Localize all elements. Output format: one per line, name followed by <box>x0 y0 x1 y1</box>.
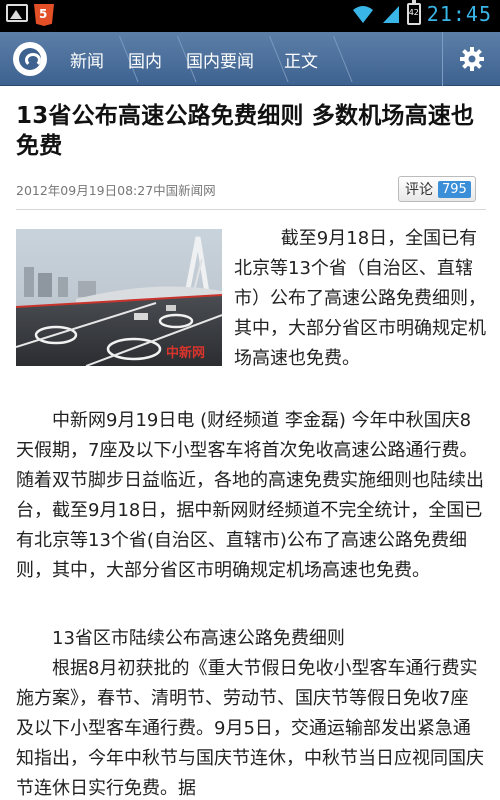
body-paragraph-2: 根据8月初获批的《重大节假日免收小型客车通行费实施方案》，春节、清明节、劳动节、… <box>16 658 484 799</box>
body-paragraph-1: 中新网9月19日电 (财经频道 李金磊) 今年中秋国庆8天假期，7座及以下小型客… <box>16 410 484 581</box>
article-title: 13省公布高速公路免费细则 多数机场高速也免费 <box>16 103 475 159</box>
clock: 21:45 <box>426 2 492 26</box>
app-root: 5 42 21:45 新闻 国内 国内要闻 正文 13省公布高速公路免费细则 多… <box>0 0 500 800</box>
section-heading: 13省区市陆续公布高速公路免费细则 <box>52 628 345 649</box>
signal-icon <box>382 6 399 23</box>
breadcrumb-item-news[interactable]: 新闻 <box>60 32 118 86</box>
comment-count-badge: 795 <box>438 180 471 198</box>
app-logo-icon <box>13 42 47 76</box>
gallery-notification-icon <box>6 4 28 22</box>
breadcrumb: 新闻 国内 国内要闻 正文 <box>60 32 332 86</box>
status-bar: 5 42 21:45 <box>0 0 500 32</box>
breadcrumb-item-domestic[interactable]: 国内 <box>118 32 176 86</box>
battery-icon: 42 <box>406 0 421 25</box>
title-divider <box>16 209 486 210</box>
settings-button[interactable] <box>442 32 500 86</box>
breadcrumb-item-domestic-headlines[interactable]: 国内要闻 <box>176 32 268 86</box>
app-logo-button[interactable] <box>0 32 60 86</box>
comment-button[interactable]: 评论 795 <box>398 176 476 202</box>
breadcrumb-item-article[interactable]: 正文 <box>268 32 332 86</box>
article-photo[interactable]: 中新网 <box>16 229 222 366</box>
wifi-icon <box>352 6 373 23</box>
status-icons: 42 21:45 <box>351 0 492 26</box>
battery-level: 42 <box>408 8 419 17</box>
article-meta: 2012年09月19日08:27中国新闻网 <box>16 183 216 198</box>
gear-icon <box>459 47 484 71</box>
comment-label: 评论 <box>405 182 433 198</box>
notification-icons: 5 <box>6 4 54 26</box>
top-navbar: 新闻 国内 国内要闻 正文 <box>0 32 500 86</box>
html5-notification-icon: 5 <box>34 4 54 26</box>
highway-photo-image: 中新网 <box>16 229 222 366</box>
photo-watermark: 中新网 <box>166 345 205 361</box>
